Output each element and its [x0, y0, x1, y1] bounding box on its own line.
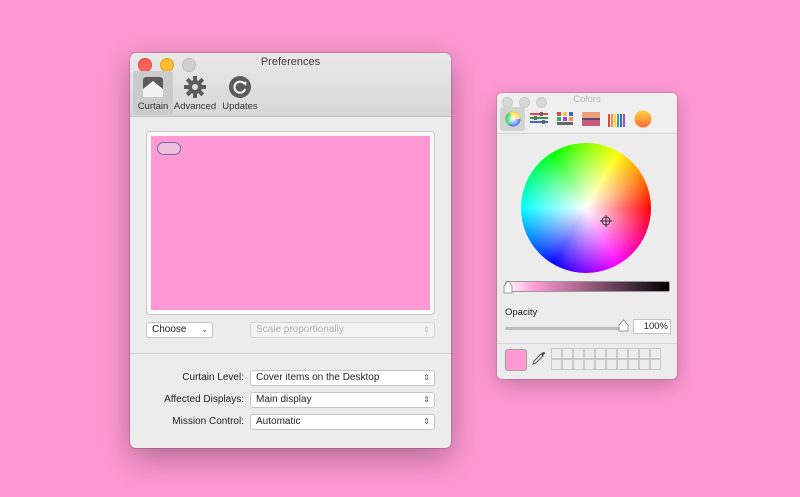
empty-swatch[interactable]: [639, 348, 650, 359]
color-wheel-mode[interactable]: [500, 107, 525, 131]
empty-swatch[interactable]: [551, 359, 562, 370]
mission-control-value: Automatic: [256, 416, 301, 427]
colors-titlebar: Colors: [497, 93, 677, 134]
up-down-arrows-icon: ⇕: [423, 417, 430, 426]
opacity-label: Opacity: [505, 307, 538, 318]
color-palettes-icon: [556, 112, 573, 125]
colors-panel: Colors Opacity 100%: [497, 93, 677, 379]
empty-swatch[interactable]: [562, 348, 573, 359]
spectrum-icon: [634, 110, 651, 128]
empty-swatch[interactable]: [595, 348, 606, 359]
tab-curtain[interactable]: Curtain: [133, 71, 173, 115]
choose-popup[interactable]: Choose ⌄: [146, 322, 213, 338]
refresh-icon: [229, 76, 251, 98]
opacity-field[interactable]: 100%: [633, 319, 671, 334]
empty-swatch[interactable]: [639, 359, 650, 370]
curtain-color-preview: [151, 136, 430, 310]
preferences-window: Preferences Curtain Advanced Updates Cho…: [130, 53, 451, 448]
empty-swatch[interactable]: [628, 348, 639, 359]
section-divider: [130, 353, 451, 354]
empty-swatch[interactable]: [650, 348, 661, 359]
scale-popup-label: Scale proportionally: [256, 324, 344, 335]
color-wheel[interactable]: [521, 143, 651, 273]
up-down-arrows-icon: ⇕: [423, 395, 430, 404]
brightness-slider[interactable]: [505, 281, 670, 292]
color-swatch-grid: [551, 348, 661, 370]
current-color-swatch[interactable]: [505, 349, 527, 371]
empty-swatch[interactable]: [628, 359, 639, 370]
affected-displays-value: Main display: [256, 394, 312, 405]
pencils-mode[interactable]: [604, 107, 629, 131]
empty-swatch[interactable]: [573, 348, 584, 359]
mission-control-label: Mission Control:: [172, 416, 244, 427]
color-sliders-icon: [529, 112, 548, 124]
affected-displays-label: Affected Displays:: [164, 394, 244, 405]
image-palettes-icon: [581, 112, 600, 126]
curtain-level-value: Cover items on the Desktop: [256, 372, 380, 383]
brightness-slider-knob[interactable]: [503, 280, 513, 294]
tab-curtain-label: Curtain: [137, 101, 169, 112]
empty-swatch[interactable]: [617, 348, 628, 359]
empty-swatch[interactable]: [606, 348, 617, 359]
curtain-preview: [146, 131, 435, 315]
empty-swatch[interactable]: [584, 348, 595, 359]
color-sliders-mode[interactable]: [526, 107, 551, 131]
window-title: Preferences: [260, 56, 321, 68]
panel-divider: [497, 343, 677, 344]
gear-icon: [184, 76, 206, 98]
chevron-down-icon: ⌄: [201, 325, 208, 334]
colors-title: Colors: [573, 94, 601, 105]
empty-swatch[interactable]: [595, 359, 606, 370]
mission-control-popup[interactable]: Automatic ⇕: [250, 414, 435, 430]
tab-advanced[interactable]: Advanced: [173, 71, 217, 115]
opacity-slider[interactable]: [505, 327, 623, 330]
tab-updates-label: Updates: [222, 101, 258, 112]
up-down-arrows-icon: ⇕: [423, 373, 430, 382]
empty-swatch[interactable]: [551, 348, 562, 359]
choose-popup-label: Choose: [152, 324, 187, 335]
affected-displays-popup[interactable]: Main display ⇕: [250, 392, 435, 408]
tab-advanced-label: Advanced: [173, 101, 217, 112]
scale-popup: Scale proportionally ⇕: [250, 322, 435, 338]
pencils-icon: [607, 113, 625, 127]
empty-swatch[interactable]: [573, 359, 584, 370]
tab-updates[interactable]: Updates: [220, 71, 260, 115]
preferences-titlebar: Preferences Curtain Advanced Updates: [130, 53, 451, 117]
crosshair-icon[interactable]: [600, 215, 612, 227]
color-wheel-icon: [504, 111, 521, 127]
curtain-icon: [143, 77, 163, 97]
image-palettes-mode[interactable]: [578, 107, 603, 131]
color-palettes-mode[interactable]: [552, 107, 577, 131]
eyedropper-icon[interactable]: [531, 350, 547, 366]
empty-swatch[interactable]: [650, 359, 661, 370]
empty-swatch[interactable]: [617, 359, 628, 370]
curtain-level-label: Curtain Level:: [182, 372, 244, 383]
empty-swatch[interactable]: [606, 359, 617, 370]
mini-display-thumbnail: [157, 142, 181, 155]
up-down-arrows-icon: ⇕: [423, 325, 430, 334]
empty-swatch[interactable]: [562, 359, 573, 370]
empty-swatch[interactable]: [584, 359, 595, 370]
opacity-slider-knob[interactable]: [618, 319, 629, 332]
spectrum-mode[interactable]: [630, 107, 655, 131]
curtain-level-popup[interactable]: Cover items on the Desktop ⇕: [250, 370, 435, 386]
